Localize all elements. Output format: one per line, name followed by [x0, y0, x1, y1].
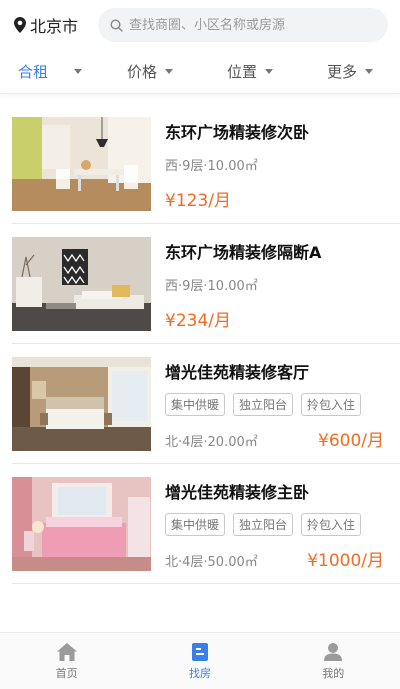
filter-label: 更多	[326, 63, 357, 81]
listing-meta: 北·4层·20.00㎡	[165, 434, 258, 450]
filter-label: 位置	[226, 63, 257, 81]
tag-list: 集中供暖 独立阳台 拎包入住	[165, 512, 384, 536]
feature-tag: 独立阳台	[233, 512, 294, 536]
home-icon	[56, 642, 77, 661]
city-label: 北京市	[30, 17, 79, 36]
feature-tag: 拎包入住	[301, 512, 362, 536]
tab-label: 我的	[322, 666, 345, 680]
tab-find-house[interactable]: 找房	[133, 633, 266, 689]
listing-title: 东环广场精装修次卧	[165, 122, 310, 142]
caret-down-icon	[365, 69, 373, 74]
listing-title: 增光佳苑精装修客厅	[165, 362, 310, 382]
listing-title: 东环广场精装修隔断A	[165, 242, 322, 262]
user-icon	[324, 642, 343, 661]
listing-meta: 西·9层·10.00㎡	[165, 158, 258, 174]
tab-label: 找房	[188, 666, 211, 680]
room-photo	[12, 236, 151, 331]
filter-label: 价格	[126, 63, 157, 81]
listing-price: ¥234/月	[165, 310, 231, 331]
search-bar[interactable]	[98, 8, 388, 42]
listing-meta: 西·9层·10.00㎡	[165, 278, 258, 294]
caret-down-icon	[165, 69, 173, 74]
location-pin-icon	[14, 17, 26, 33]
find-house-icon	[191, 642, 208, 661]
caret-down-icon	[74, 69, 82, 74]
feature-tag: 集中供暖	[165, 392, 226, 416]
listing-list: 东环广场精装修次卧 西·9层·10.00㎡ ¥123/月 东环广场精装修隔断A …	[0, 104, 400, 584]
room-photo	[12, 116, 151, 211]
caret-down-icon	[265, 69, 273, 74]
tab-profile[interactable]: 我的	[267, 633, 400, 689]
tab-home[interactable]: 首页	[0, 633, 133, 689]
search-icon	[110, 18, 123, 32]
filter-price[interactable]: 价格	[100, 61, 200, 82]
list-item[interactable]: 增光佳苑精装修客厅 集中供暖 独立阳台 拎包入住 北·4层·20.00㎡ ¥60…	[12, 344, 400, 464]
search-input[interactable]	[129, 17, 388, 33]
filter-location[interactable]: 位置	[200, 61, 300, 82]
filter-more[interactable]: 更多	[300, 61, 400, 82]
feature-tag: 拎包入住	[301, 392, 362, 416]
feature-tag: 独立阳台	[233, 392, 294, 416]
bottom-tab-bar: 首页 找房 我的	[0, 632, 400, 689]
listing-price: ¥600/月	[318, 430, 384, 451]
list-item[interactable]: 增光佳苑精装修主卧 集中供暖 独立阳台 拎包入住 北·4层·50.00㎡ ¥10…	[12, 464, 400, 584]
filter-label: 合租	[17, 63, 48, 81]
feature-tag: 集中供暖	[165, 512, 226, 536]
list-item[interactable]: 东环广场精装修隔断A 西·9层·10.00㎡ ¥234/月	[12, 224, 400, 344]
listing-price: ¥1000/月	[307, 550, 384, 571]
city-selector[interactable]: 北京市	[14, 13, 98, 37]
listing-price: ¥123/月	[165, 190, 231, 211]
room-photo	[12, 356, 151, 451]
listing-title: 增光佳苑精装修主卧	[165, 482, 310, 502]
tag-list: 集中供暖 独立阳台 拎包入住	[165, 392, 384, 416]
filter-bar: 合租 价格 位置 更多	[0, 50, 400, 94]
listing-meta: 北·4层·50.00㎡	[165, 554, 258, 570]
list-item[interactable]: 东环广场精装修次卧 西·9层·10.00㎡ ¥123/月	[12, 104, 400, 224]
room-photo	[12, 476, 151, 571]
tab-label: 首页	[55, 666, 78, 680]
filter-share-rent[interactable]: 合租	[0, 61, 100, 82]
header: 北京市	[0, 0, 400, 50]
